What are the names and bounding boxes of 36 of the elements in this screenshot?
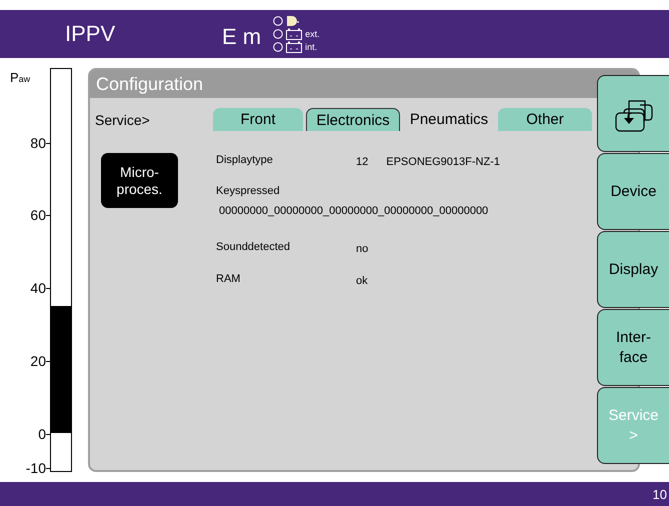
- status-ring-icon: [273, 42, 284, 52]
- scale-label: 20: [30, 353, 46, 369]
- info-value: 00000000_00000000_00000000_00000000_00000000: [219, 205, 490, 217]
- info-label: Sounddetected: [216, 240, 292, 255]
- menu-button[interactable]: Inter-face: [597, 309, 669, 386]
- info-value: EPSONEG9013F-NZ-1: [386, 155, 500, 170]
- status-ring-icon: [273, 16, 284, 26]
- info-value: no: [356, 242, 368, 257]
- panel-title: Configuration: [90, 70, 638, 98]
- info-value: ok: [356, 274, 368, 289]
- info-label: Keyspressed: [216, 185, 281, 197]
- mode-title: IPPV: [65, 21, 116, 47]
- page-number: 10: [652, 486, 667, 502]
- tab[interactable]: Other: [498, 108, 592, 131]
- battery-label: ext.: [305, 29, 320, 39]
- scale-label: 0: [38, 426, 46, 442]
- lamp-icon: [286, 15, 300, 27]
- battery-icon: [286, 41, 302, 53]
- breadcrumb: Service>: [94, 112, 151, 128]
- mode-indicator: E m: [222, 24, 262, 50]
- microprocessor-button[interactable]: Micro-proces.: [101, 153, 178, 208]
- scale-label: 80: [30, 135, 46, 151]
- battery-label: int.: [305, 42, 318, 52]
- scale-label: -10: [26, 460, 46, 476]
- pages-button[interactable]: [597, 75, 669, 152]
- menu-button[interactable]: Display: [597, 231, 669, 308]
- tab[interactable]: Front: [213, 108, 303, 131]
- tab[interactable]: Electronics: [306, 108, 400, 131]
- info-label: RAM: [216, 272, 242, 287]
- battery-icon: [286, 28, 302, 40]
- scale-label: 40: [30, 280, 46, 296]
- scale-label: 60: [30, 207, 46, 223]
- info-label: Displaytype: [216, 153, 274, 168]
- info-value: 12: [356, 155, 368, 170]
- menu-button[interactable]: Device: [597, 153, 669, 230]
- status-ring-icon: [273, 29, 284, 39]
